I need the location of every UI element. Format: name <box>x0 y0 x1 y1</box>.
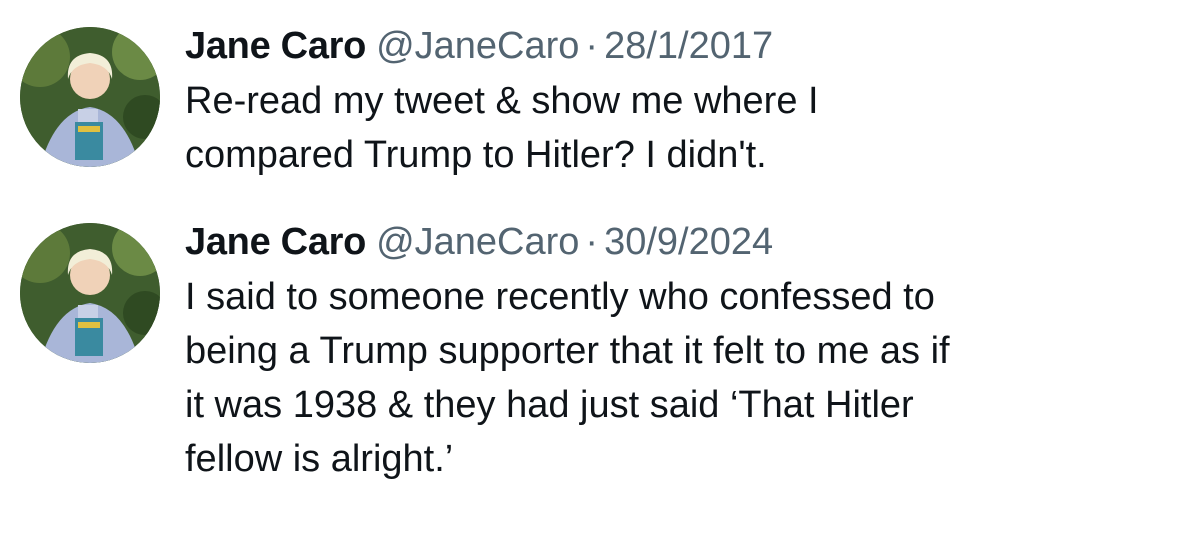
author-name[interactable]: Jane Caro <box>185 25 366 67</box>
author-handle[interactable]: @JaneCaro <box>376 221 579 263</box>
tweet-text: I said to someone recently who confessed… <box>185 276 950 480</box>
tweet-date[interactable]: 30/9/2024 <box>604 221 773 263</box>
tweet-content: Jane Caro @JaneCaro · 28/1/2017 Re-read my … <box>185 22 1185 182</box>
separator-dot: · <box>585 25 599 67</box>
separator-dot: · <box>585 221 599 263</box>
author-name[interactable]: Jane Caro <box>185 221 366 263</box>
tweet-content: Jane Caro @JaneCaro · 30/9/2024 I said to s… <box>185 218 1185 486</box>
tweet-date[interactable]: 28/1/2017 <box>604 25 773 67</box>
avatar[interactable] <box>20 223 160 363</box>
tweet-header: Jane Caro @JaneCaro · 30/9/2024 <box>185 218 1185 266</box>
avatar[interactable] <box>20 27 160 167</box>
author-handle[interactable]: @JaneCaro <box>376 25 579 67</box>
tweet-header: Jane Caro @JaneCaro · 28/1/2017 <box>185 22 1185 70</box>
tweet-text: Re-read my tweet & show me where I compa… <box>185 80 819 176</box>
